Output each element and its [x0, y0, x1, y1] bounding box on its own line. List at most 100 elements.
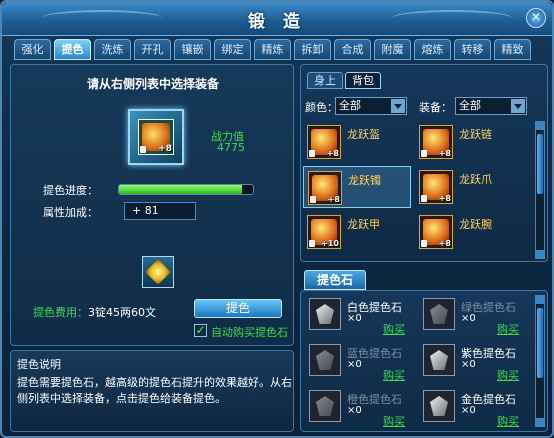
equipment-icon: +8	[419, 125, 453, 159]
color-filter-label: 颜色：	[305, 101, 338, 114]
lock-icon	[140, 146, 146, 153]
equip-filter-select[interactable]: 全部	[455, 97, 527, 115]
title-bar[interactable]: 锻 造 ×	[2, 2, 552, 36]
tab-dismantle[interactable]: 拆卸	[294, 39, 331, 60]
subtab-bag[interactable]: 背包	[345, 72, 381, 89]
tab-refine-wash[interactable]: 洗炼	[94, 39, 131, 60]
equipment-icon: +8	[307, 125, 341, 159]
refine-panel: 请从右侧列表中选择装备 +8 战力值 4775 提色进度： 属性加成： + 81…	[10, 64, 294, 346]
scroll-up-icon[interactable]	[536, 296, 544, 304]
window-title: 锻 造	[248, 12, 306, 32]
equipment-plus-level: +8	[327, 195, 340, 204]
stone-list-scrollbar[interactable]	[535, 295, 545, 427]
refine-progress-bar	[118, 184, 254, 195]
cost-row: 提色费用：3锭45两60文	[33, 304, 156, 320]
lock-icon	[421, 195, 427, 202]
refine-button[interactable]: 提色	[194, 299, 282, 318]
tab-fine[interactable]: 精致	[494, 39, 531, 60]
tab-bind[interactable]: 绑定	[214, 39, 251, 60]
description-title: 提色说明	[17, 358, 61, 371]
lock-icon	[310, 196, 316, 203]
tab-enchant[interactable]: 附魔	[374, 39, 411, 60]
equipment-icon: +8	[419, 215, 453, 249]
equipment-icon: +8	[419, 170, 453, 204]
equipment-plus-level: +8	[438, 239, 451, 248]
equipment-icon: +10	[307, 215, 341, 249]
equipment-icon: +8	[308, 171, 342, 205]
equipment-plus-level: +8	[438, 194, 451, 203]
equipment-plus-level: +10	[321, 239, 339, 248]
close-icon[interactable]: ×	[526, 8, 546, 28]
tab-strengthen[interactable]: 强化	[14, 39, 51, 60]
equipment-name: 龙跃镯	[348, 174, 381, 187]
forge-window: 锻 造 × 强化 提色 洗炼 开孔 镶嵌 绑定 精炼 拆卸 合成 附魔 熔炼 转…	[0, 0, 554, 438]
stone-icon	[309, 344, 341, 376]
stone-list-item: 紫色提色石 ×0 购买	[419, 341, 529, 383]
equipment-name: 龙跃腕	[459, 218, 492, 231]
stone-section-header: 提色石	[304, 270, 366, 290]
equipment-list-item[interactable]: +8 龙跃盔	[303, 121, 411, 163]
lock-icon	[421, 240, 427, 247]
stone-icon	[423, 390, 455, 422]
equipment-list-scrollbar[interactable]	[535, 121, 545, 259]
attr-bonus-label: 属性加成：	[43, 206, 98, 219]
equipment-name: 龙跃爪	[459, 173, 492, 186]
scroll-up-icon[interactable]	[536, 122, 544, 130]
scroll-down-icon[interactable]	[536, 250, 544, 258]
scroll-down-icon[interactable]	[536, 418, 544, 426]
stone-slot[interactable]	[142, 256, 174, 288]
stone-count: ×0	[347, 313, 362, 324]
cost-value: 3锭45两60文	[88, 306, 156, 319]
tab-open-socket[interactable]: 开孔	[134, 39, 171, 60]
equip-filter-label: 装备：	[419, 101, 452, 114]
tab-smelt[interactable]: 熔炼	[414, 39, 451, 60]
selected-equipment-slot[interactable]: +8	[128, 109, 184, 165]
buy-link[interactable]: 购买	[497, 321, 519, 337]
stone-icon	[423, 298, 455, 330]
tab-inlay[interactable]: 镶嵌	[174, 39, 211, 60]
stone-list-item: 金色提色石 ×0 购买	[419, 387, 529, 429]
instruction-text: 请从右侧列表中选择装备	[86, 77, 219, 91]
color-stone-icon	[145, 259, 171, 285]
lock-icon	[309, 150, 315, 157]
equipment-list-item[interactable]: +8 龙跃链	[415, 121, 523, 163]
stone-count: ×0	[461, 313, 476, 324]
chevron-down-icon	[511, 99, 525, 113]
equipment-list-item[interactable]: +8 龙跃腕	[415, 211, 523, 253]
tab-compose[interactable]: 合成	[334, 39, 371, 60]
equipment-plus-level: +8	[438, 149, 451, 158]
cost-label: 提色费用：	[33, 306, 88, 319]
equip-filter-value: 全部	[459, 99, 481, 112]
buy-link[interactable]: 购买	[497, 367, 519, 383]
equipment-list-item[interactable]: +8 龙跃爪	[415, 166, 523, 208]
buy-link[interactable]: 购买	[497, 413, 519, 429]
tab-refine[interactable]: 精炼	[254, 39, 291, 60]
auto-buy-label: 自动购买提色石	[211, 326, 288, 339]
stone-count: ×0	[461, 359, 476, 370]
progress-label: 提色进度：	[43, 184, 98, 197]
stone-list-item: 白色提色石 ×0 购买	[305, 295, 415, 337]
stone-count: ×0	[347, 405, 362, 416]
color-filter-value: 全部	[339, 99, 361, 112]
stone-count: ×0	[461, 405, 476, 416]
stone-list-item: 蓝色提色石 ×0 购买	[305, 341, 415, 383]
buy-link[interactable]: 购买	[383, 413, 405, 429]
equipment-name: 龙跃盔	[347, 128, 380, 141]
tab-color-upgrade[interactable]: 提色	[54, 39, 91, 60]
buy-link[interactable]: 购买	[383, 321, 405, 337]
auto-buy-checkbox[interactable]: ✓	[194, 324, 207, 337]
buy-link[interactable]: 购买	[383, 367, 405, 383]
equipment-list-item[interactable]: +10 龙跃甲	[303, 211, 411, 253]
equipment-list-panel: 身上 背包 颜色： 全部 装备： 全部 +8 龙跃盔 +8 龙跃链 +8 龙跃镯…	[300, 64, 548, 262]
tab-transfer[interactable]: 转移	[454, 39, 491, 60]
color-filter-select[interactable]: 全部	[335, 97, 407, 115]
scroll-thumb[interactable]	[537, 308, 543, 378]
subtab-equipped[interactable]: 身上	[307, 72, 343, 89]
scroll-thumb[interactable]	[537, 134, 543, 194]
equipment-name: 龙跃链	[459, 128, 492, 141]
equipment-list-item[interactable]: +8 龙跃镯	[303, 166, 411, 208]
attr-bonus-value: + 81	[124, 202, 196, 220]
stone-count: ×0	[347, 359, 362, 370]
stone-list-item: 橙色提色石 ×0 购买	[305, 387, 415, 429]
stone-icon	[309, 390, 341, 422]
